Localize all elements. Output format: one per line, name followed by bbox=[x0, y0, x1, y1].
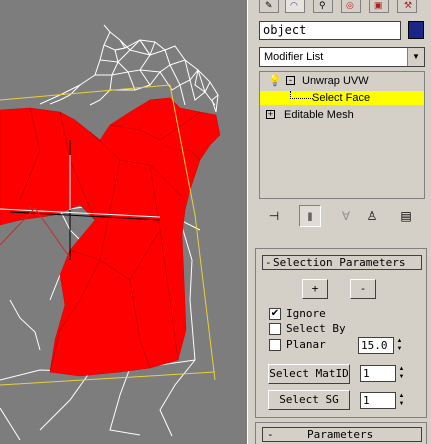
sg-input[interactable]: 1 bbox=[360, 392, 396, 409]
tree-connector-icon bbox=[290, 91, 313, 99]
select-by-label: Select By bbox=[286, 322, 346, 335]
stack-item-editable-mesh[interactable]: + Editable Mesh bbox=[260, 108, 424, 122]
create-icon: ✎ bbox=[265, 0, 273, 10]
modifier-list-dropdown[interactable]: Modifier List ▼ bbox=[259, 47, 425, 67]
modifier-stack[interactable]: 💡 - Unwrap UVW Select Face + Editable Me… bbox=[259, 71, 425, 199]
object-name-field[interactable]: object bbox=[259, 21, 401, 40]
planar-spinner-arrows-icon[interactable]: ▲ ▼ bbox=[395, 337, 404, 354]
modify-icon: ◠ bbox=[290, 0, 298, 10]
command-panel-tabs: ✎ ◠ ⚲ ◎ ▣ ⚒ bbox=[255, 0, 431, 14]
parameters-rollout: - Parameters bbox=[255, 422, 427, 444]
show-end-result-icon[interactable]: ‖ bbox=[299, 205, 321, 227]
stack-item-label: Select Face bbox=[312, 92, 371, 104]
tab-display[interactable]: ▣ bbox=[369, 0, 389, 13]
lightbulb-icon[interactable]: 💡 bbox=[268, 74, 282, 88]
stack-item-label: Editable Mesh bbox=[284, 109, 354, 121]
grow-selection-button[interactable]: + bbox=[302, 279, 328, 299]
remove-modifier-icon[interactable]: ♙ bbox=[361, 205, 383, 227]
display-icon: ▣ bbox=[374, 0, 383, 10]
stack-item-select-face[interactable]: Select Face bbox=[260, 91, 424, 105]
hierarchy-icon: ⚲ bbox=[319, 0, 326, 10]
stack-item-label: Unwrap UVW bbox=[302, 75, 369, 87]
tab-motion[interactable]: ◎ bbox=[341, 0, 361, 13]
stack-toolbar: ⊣ ‖ ∀ ♙ ▤ bbox=[251, 205, 431, 231]
planar-label: Planar bbox=[286, 338, 326, 351]
motion-icon: ◎ bbox=[346, 0, 354, 10]
planar-checkbox[interactable] bbox=[269, 339, 281, 351]
ignore-checkbox[interactable]: ✔ bbox=[269, 308, 281, 320]
configure-modifier-sets-icon[interactable]: ▤ bbox=[395, 205, 417, 227]
object-color-swatch[interactable] bbox=[408, 21, 424, 39]
matid-input[interactable]: 1 bbox=[360, 365, 396, 382]
rollout-title: Selection Parameters bbox=[273, 256, 406, 269]
tab-create[interactable]: ✎ bbox=[259, 0, 279, 13]
viewport-canvas[interactable]: x bbox=[0, 0, 247, 444]
expand-plus-icon[interactable]: + bbox=[266, 110, 275, 119]
rollout-title: Parameters bbox=[307, 428, 374, 441]
svg-text:x: x bbox=[28, 203, 32, 212]
stack-item-unwrap-uvw[interactable]: 💡 - Unwrap UVW bbox=[260, 74, 424, 88]
chevron-down-icon[interactable]: ▼ bbox=[407, 48, 424, 66]
tab-hierarchy[interactable]: ⚲ bbox=[313, 0, 333, 13]
viewport[interactable]: x bbox=[0, 0, 247, 444]
rollout-collapse-label: - bbox=[267, 428, 274, 441]
ignore-label: Ignore bbox=[286, 307, 326, 320]
parameters-header[interactable]: - Parameters bbox=[262, 427, 422, 442]
shrink-selection-button[interactable]: - bbox=[350, 279, 376, 299]
utilities-icon: ⚒ bbox=[404, 0, 413, 10]
select-sg-button[interactable]: Select SG bbox=[268, 390, 350, 410]
pin-stack-icon[interactable]: ⊣ bbox=[263, 205, 285, 227]
sg-spinner-arrows-icon[interactable]: ▲ ▼ bbox=[397, 392, 406, 409]
rollout-collapse-label: - bbox=[265, 256, 272, 269]
modifier-list-label: Modifier List bbox=[264, 51, 324, 63]
tab-modify[interactable]: ◠ bbox=[285, 0, 305, 13]
matid-spinner-arrows-icon[interactable]: ▲ ▼ bbox=[397, 365, 406, 382]
tab-utilities[interactable]: ⚒ bbox=[397, 0, 417, 13]
collapse-minus-icon[interactable]: - bbox=[286, 76, 295, 85]
command-panel: ✎ ◠ ⚲ ◎ ▣ ⚒ object Modifier List ▼ 💡 - U… bbox=[251, 0, 431, 444]
red-mesh bbox=[0, 97, 221, 377]
planar-threshold-input[interactable]: 15.0 bbox=[358, 337, 394, 354]
selection-parameters-header[interactable]: - Selection Parameters bbox=[262, 255, 422, 270]
make-unique-icon[interactable]: ∀ bbox=[335, 205, 357, 227]
select-matid-button[interactable]: Select MatID bbox=[268, 364, 350, 384]
select-by-checkbox[interactable] bbox=[269, 323, 281, 335]
selection-parameters-rollout: - Selection Parameters + - ✔ Ignore Sele… bbox=[255, 248, 427, 418]
